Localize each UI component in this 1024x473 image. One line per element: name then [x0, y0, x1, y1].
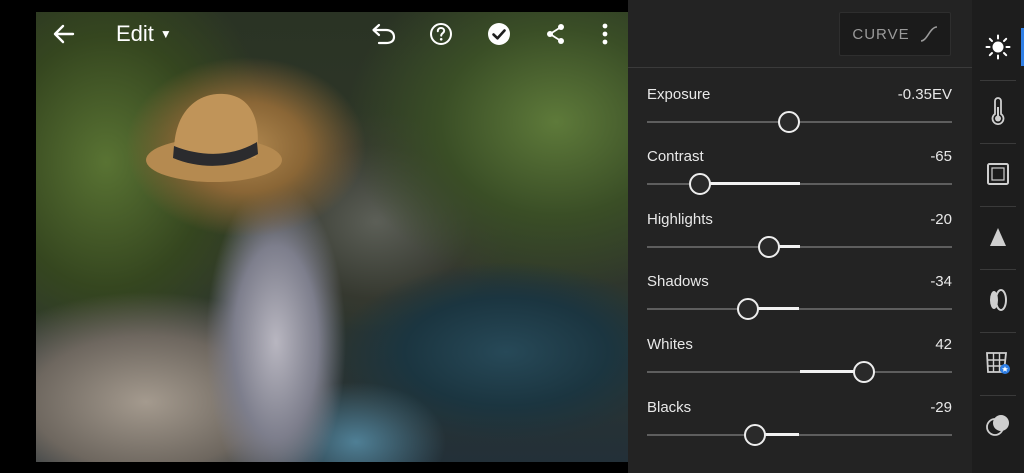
divider: [980, 80, 1016, 81]
slider-handle[interactable]: [744, 424, 767, 446]
light-tool-button[interactable]: [972, 27, 1024, 67]
slider-handle[interactable]: [689, 173, 712, 195]
slider-handle[interactable]: [736, 298, 759, 320]
color-tool-button[interactable]: [972, 91, 1024, 131]
slider-value: -29: [930, 399, 952, 416]
slider-value: -34: [930, 273, 952, 290]
slider-track[interactable]: [647, 236, 952, 258]
hat-shape: [146, 93, 282, 182]
optics-icon: [990, 289, 1007, 311]
divider: [980, 143, 1016, 144]
slider-label: Highlights: [647, 211, 713, 228]
undo-button[interactable]: [368, 18, 398, 50]
blacks-slider[interactable]: Blacks -29: [647, 399, 952, 453]
more-options-button[interactable]: [597, 18, 613, 50]
effects-tool-button[interactable]: [972, 217, 1024, 257]
slider-value: 42: [935, 336, 952, 353]
edit-menu-button[interactable]: Edit ▼: [116, 18, 172, 50]
contrast-slider[interactable]: Contrast -65: [647, 148, 952, 202]
slider-label: Contrast: [647, 148, 704, 165]
detail-triangle-icon: [990, 228, 1006, 246]
slider-track[interactable]: [647, 173, 952, 195]
slider-fill: [700, 182, 800, 185]
slider-handle[interactable]: [778, 111, 801, 133]
slider-track[interactable]: [647, 298, 952, 320]
curve-label: CURVE: [852, 25, 910, 43]
slider-track[interactable]: [647, 361, 952, 383]
slider-handle[interactable]: [852, 361, 875, 383]
back-button[interactable]: [50, 18, 78, 50]
photo-canvas[interactable]: [36, 12, 628, 462]
slider-value: -0.35EV: [897, 86, 952, 103]
help-button[interactable]: [428, 18, 454, 50]
share-button[interactable]: [545, 18, 567, 50]
geometry-tool-button[interactable]: [972, 343, 1024, 383]
divider: [980, 206, 1016, 207]
curve-button[interactable]: CURVE: [839, 12, 951, 56]
crop-icon: [987, 163, 1009, 185]
done-button[interactable]: [486, 18, 512, 50]
chevron-down-icon: ▼: [159, 27, 172, 41]
panel-header: CURVE: [628, 0, 972, 68]
slider-handle[interactable]: [758, 236, 780, 258]
slider-label: Exposure: [647, 86, 711, 103]
divider: [980, 269, 1016, 270]
done-check-icon: [488, 23, 510, 45]
slider-label: Whites: [647, 336, 693, 353]
light-sun-icon: [985, 34, 1011, 60]
highlights-slider[interactable]: Highlights -20: [647, 211, 952, 265]
tool-strip: [972, 0, 1024, 473]
divider: [980, 332, 1016, 333]
shadows-slider[interactable]: Shadows -34: [647, 273, 952, 327]
slider-value: -65: [930, 148, 952, 165]
help-icon: [430, 23, 452, 45]
masking-tool-button[interactable]: [972, 406, 1024, 446]
slider-track[interactable]: [647, 111, 952, 133]
whites-slider[interactable]: Whites 42: [647, 336, 952, 390]
mask-circles-icon: [986, 415, 1009, 436]
exposure-slider[interactable]: Exposure -0.35EV: [647, 86, 952, 140]
optics-tool-button[interactable]: [972, 280, 1024, 320]
divider: [980, 395, 1016, 396]
light-adjustments-panel: CURVE Exposure -0.35EV Contrast -65 High…: [628, 0, 972, 473]
crop-tool-button[interactable]: [972, 154, 1024, 194]
edit-menu-label: Edit: [116, 21, 154, 46]
share-icon: [547, 24, 564, 44]
slider-label: Blacks: [647, 399, 692, 416]
slider-label: Shadows: [647, 273, 709, 290]
curve-icon: [920, 26, 937, 42]
slider-track[interactable]: [647, 424, 952, 446]
undo-icon: [372, 23, 396, 45]
slider-value: -20: [930, 211, 952, 228]
geometry-grid-icon: [986, 352, 1010, 374]
more-vertical-icon: [602, 23, 608, 45]
back-arrow-icon: [53, 24, 75, 44]
color-thermometer-icon: [991, 97, 1005, 125]
